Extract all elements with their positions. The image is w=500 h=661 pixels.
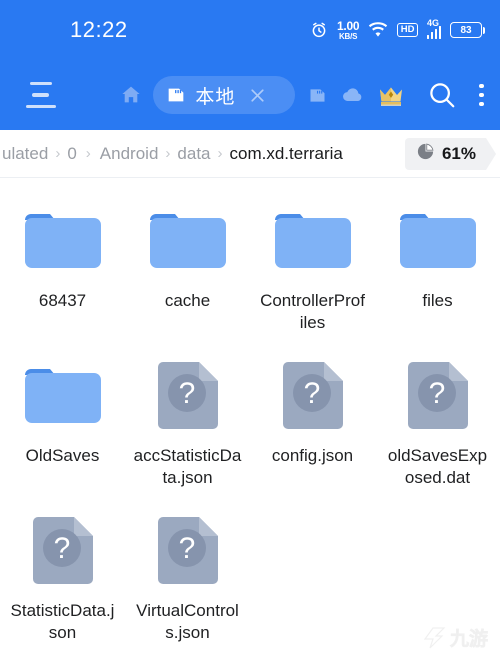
folder-icon <box>396 202 480 280</box>
hd-badge: HD <box>397 23 418 37</box>
svg-text:?: ? <box>303 377 320 410</box>
file-item[interactable]: cache <box>125 192 250 347</box>
tab-local[interactable]: 本地 <box>153 76 296 114</box>
file-name: oldSavesExposed.dat <box>387 446 488 488</box>
sdcard-icon <box>165 84 187 106</box>
breadcrumb-item[interactable]: ulated <box>2 144 48 164</box>
file-name: files <box>422 291 453 310</box>
status-bar: 12:22 1.00 KB/S HD 4G 83 <box>0 0 500 60</box>
file-item[interactable]: ? oldSavesExposed.dat <box>375 347 500 502</box>
svg-text:?: ? <box>178 377 195 410</box>
tab-local-label: 本地 <box>195 86 236 108</box>
file-item[interactable]: ? accStatisticData.json <box>125 347 250 502</box>
breadcrumb: ulated › 0 › Android › data › com.xd.ter… <box>0 130 500 178</box>
status-time: 12:22 <box>70 17 128 42</box>
folder-icon <box>21 202 105 280</box>
breadcrumb-separator: › <box>85 145 91 162</box>
storage-usage-badge[interactable]: 61% <box>404 137 497 170</box>
svg-text:?: ? <box>428 377 445 410</box>
close-icon[interactable] <box>247 85 268 106</box>
svg-text:?: ? <box>53 532 70 565</box>
wifi-icon <box>368 22 388 38</box>
hamburger-menu-icon[interactable] <box>24 82 57 108</box>
alarm-icon <box>310 21 328 39</box>
network-speed-indicator: 1.00 KB/S <box>337 18 360 41</box>
file-name: 68437 <box>38 291 87 310</box>
breadcrumb-item[interactable]: 0 <box>67 144 76 164</box>
crown-icon[interactable] <box>377 83 405 107</box>
app-toolbar: 本地 <box>0 60 500 130</box>
cloud-icon[interactable] <box>340 86 363 104</box>
search-icon[interactable] <box>427 80 457 110</box>
file-name: ControllerProfiles <box>260 291 365 333</box>
breadcrumb-path[interactable]: ulated › 0 › Android › data › com.xd.ter… <box>0 144 405 164</box>
svg-text:?: ? <box>178 532 195 565</box>
pie-chart-icon <box>416 142 435 166</box>
file-item[interactable]: ControllerProfiles <box>250 192 375 347</box>
cellular-signal-icon: 4G <box>426 18 441 39</box>
unknown-file-icon: ? <box>146 357 230 435</box>
unknown-file-icon: ? <box>146 512 230 590</box>
file-item[interactable]: OldSaves <box>0 347 125 502</box>
file-item[interactable]: ? config.json <box>250 347 375 502</box>
battery-indicator: 83 <box>450 22 485 38</box>
watermark-text: 九游 <box>449 629 489 651</box>
breadcrumb-item-current[interactable]: com.xd.terraria <box>230 144 343 164</box>
folder-icon <box>271 202 355 280</box>
home-icon[interactable] <box>119 83 143 107</box>
file-item[interactable]: files <box>375 192 500 347</box>
file-name: StatisticData.json <box>10 601 115 643</box>
storage-usage-percent: 61% <box>441 143 476 163</box>
breadcrumb-item[interactable]: Android <box>100 144 159 164</box>
folder-icon <box>21 357 105 435</box>
unknown-file-icon: ? <box>21 512 105 590</box>
unknown-file-icon: ? <box>396 357 480 435</box>
breadcrumb-item[interactable]: data <box>177 144 210 164</box>
file-name: VirtualControls.json <box>136 601 239 643</box>
breadcrumb-separator: › <box>55 145 61 162</box>
file-name: accStatisticData.json <box>133 446 242 488</box>
file-grid: 68437 cache ControllerProfiles files Old… <box>0 178 500 657</box>
file-item[interactable]: ? VirtualControls.json <box>125 502 250 657</box>
folder-icon <box>146 202 230 280</box>
breadcrumb-separator: › <box>165 145 171 162</box>
sdcard-icon[interactable] <box>307 85 328 106</box>
file-name: config.json <box>271 446 354 465</box>
file-manager-screen: 12:22 1.00 KB/S HD 4G 83 本地 ulated › 0 ›… <box>0 0 500 661</box>
file-name: cache <box>164 291 211 310</box>
breadcrumb-separator: › <box>217 145 223 162</box>
file-item[interactable]: ? StatisticData.json <box>0 502 125 657</box>
file-name: OldSaves <box>25 446 100 465</box>
unknown-file-icon: ? <box>271 357 355 435</box>
more-vertical-icon[interactable] <box>479 83 484 107</box>
file-item[interactable]: 68437 <box>0 192 125 347</box>
watermark: 九游 <box>420 624 488 651</box>
